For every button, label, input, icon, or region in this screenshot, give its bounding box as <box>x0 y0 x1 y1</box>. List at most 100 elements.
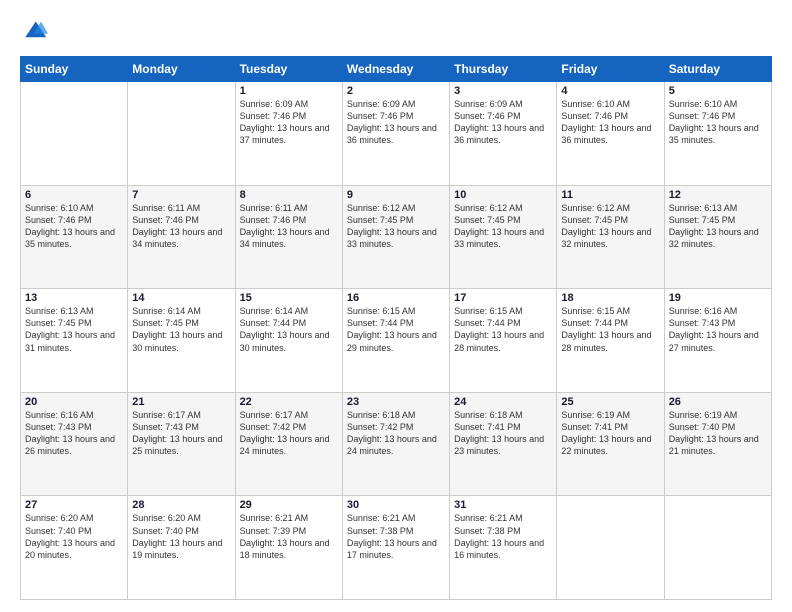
day-number: 30 <box>347 499 445 511</box>
calendar-cell: 1Sunrise: 6:09 AM Sunset: 7:46 PM Daylig… <box>235 82 342 186</box>
header <box>20 18 772 46</box>
calendar-cell: 16Sunrise: 6:15 AM Sunset: 7:44 PM Dayli… <box>342 289 449 393</box>
day-number: 21 <box>132 396 230 408</box>
day-info: Sunrise: 6:20 AM Sunset: 7:40 PM Dayligh… <box>25 512 123 561</box>
weekday-header-friday: Friday <box>557 57 664 82</box>
calendar-cell: 26Sunrise: 6:19 AM Sunset: 7:40 PM Dayli… <box>664 392 771 496</box>
day-info: Sunrise: 6:12 AM Sunset: 7:45 PM Dayligh… <box>454 202 552 251</box>
day-info: Sunrise: 6:12 AM Sunset: 7:45 PM Dayligh… <box>561 202 659 251</box>
day-info: Sunrise: 6:15 AM Sunset: 7:44 PM Dayligh… <box>454 305 552 354</box>
calendar-cell <box>128 82 235 186</box>
week-row-5: 27Sunrise: 6:20 AM Sunset: 7:40 PM Dayli… <box>21 496 772 600</box>
logo <box>20 18 52 46</box>
day-info: Sunrise: 6:19 AM Sunset: 7:41 PM Dayligh… <box>561 409 659 458</box>
calendar-cell: 31Sunrise: 6:21 AM Sunset: 7:38 PM Dayli… <box>450 496 557 600</box>
day-number: 25 <box>561 396 659 408</box>
day-info: Sunrise: 6:18 AM Sunset: 7:42 PM Dayligh… <box>347 409 445 458</box>
calendar-cell: 24Sunrise: 6:18 AM Sunset: 7:41 PM Dayli… <box>450 392 557 496</box>
calendar-cell: 28Sunrise: 6:20 AM Sunset: 7:40 PM Dayli… <box>128 496 235 600</box>
day-number: 7 <box>132 189 230 201</box>
day-number: 13 <box>25 292 123 304</box>
day-number: 4 <box>561 85 659 97</box>
calendar-cell: 14Sunrise: 6:14 AM Sunset: 7:45 PM Dayli… <box>128 289 235 393</box>
weekday-header-row: SundayMondayTuesdayWednesdayThursdayFrid… <box>21 57 772 82</box>
day-info: Sunrise: 6:21 AM Sunset: 7:38 PM Dayligh… <box>454 512 552 561</box>
day-info: Sunrise: 6:14 AM Sunset: 7:44 PM Dayligh… <box>240 305 338 354</box>
day-number: 26 <box>669 396 767 408</box>
day-number: 20 <box>25 396 123 408</box>
day-number: 28 <box>132 499 230 511</box>
weekday-header-saturday: Saturday <box>664 57 771 82</box>
day-number: 29 <box>240 499 338 511</box>
calendar-cell: 21Sunrise: 6:17 AM Sunset: 7:43 PM Dayli… <box>128 392 235 496</box>
day-number: 27 <box>25 499 123 511</box>
calendar-cell: 30Sunrise: 6:21 AM Sunset: 7:38 PM Dayli… <box>342 496 449 600</box>
calendar-cell: 17Sunrise: 6:15 AM Sunset: 7:44 PM Dayli… <box>450 289 557 393</box>
calendar-cell: 20Sunrise: 6:16 AM Sunset: 7:43 PM Dayli… <box>21 392 128 496</box>
day-info: Sunrise: 6:09 AM Sunset: 7:46 PM Dayligh… <box>347 98 445 147</box>
day-info: Sunrise: 6:09 AM Sunset: 7:46 PM Dayligh… <box>454 98 552 147</box>
calendar-cell: 15Sunrise: 6:14 AM Sunset: 7:44 PM Dayli… <box>235 289 342 393</box>
day-info: Sunrise: 6:21 AM Sunset: 7:38 PM Dayligh… <box>347 512 445 561</box>
calendar-cell: 29Sunrise: 6:21 AM Sunset: 7:39 PM Dayli… <box>235 496 342 600</box>
calendar-cell: 8Sunrise: 6:11 AM Sunset: 7:46 PM Daylig… <box>235 185 342 289</box>
calendar-cell <box>21 82 128 186</box>
weekday-header-monday: Monday <box>128 57 235 82</box>
day-info: Sunrise: 6:15 AM Sunset: 7:44 PM Dayligh… <box>561 305 659 354</box>
day-info: Sunrise: 6:11 AM Sunset: 7:46 PM Dayligh… <box>132 202 230 251</box>
weekday-header-sunday: Sunday <box>21 57 128 82</box>
day-number: 12 <box>669 189 767 201</box>
calendar-cell: 13Sunrise: 6:13 AM Sunset: 7:45 PM Dayli… <box>21 289 128 393</box>
day-info: Sunrise: 6:09 AM Sunset: 7:46 PM Dayligh… <box>240 98 338 147</box>
day-info: Sunrise: 6:21 AM Sunset: 7:39 PM Dayligh… <box>240 512 338 561</box>
calendar-cell: 18Sunrise: 6:15 AM Sunset: 7:44 PM Dayli… <box>557 289 664 393</box>
page: SundayMondayTuesdayWednesdayThursdayFrid… <box>0 0 792 612</box>
day-info: Sunrise: 6:13 AM Sunset: 7:45 PM Dayligh… <box>25 305 123 354</box>
day-number: 2 <box>347 85 445 97</box>
week-row-2: 6Sunrise: 6:10 AM Sunset: 7:46 PM Daylig… <box>21 185 772 289</box>
week-row-3: 13Sunrise: 6:13 AM Sunset: 7:45 PM Dayli… <box>21 289 772 393</box>
calendar-cell: 9Sunrise: 6:12 AM Sunset: 7:45 PM Daylig… <box>342 185 449 289</box>
day-info: Sunrise: 6:17 AM Sunset: 7:42 PM Dayligh… <box>240 409 338 458</box>
day-number: 24 <box>454 396 552 408</box>
day-info: Sunrise: 6:15 AM Sunset: 7:44 PM Dayligh… <box>347 305 445 354</box>
day-info: Sunrise: 6:10 AM Sunset: 7:46 PM Dayligh… <box>561 98 659 147</box>
day-number: 1 <box>240 85 338 97</box>
weekday-header-tuesday: Tuesday <box>235 57 342 82</box>
day-info: Sunrise: 6:10 AM Sunset: 7:46 PM Dayligh… <box>669 98 767 147</box>
day-number: 22 <box>240 396 338 408</box>
calendar-cell: 12Sunrise: 6:13 AM Sunset: 7:45 PM Dayli… <box>664 185 771 289</box>
calendar-cell: 6Sunrise: 6:10 AM Sunset: 7:46 PM Daylig… <box>21 185 128 289</box>
day-number: 31 <box>454 499 552 511</box>
day-number: 8 <box>240 189 338 201</box>
day-number: 14 <box>132 292 230 304</box>
day-number: 3 <box>454 85 552 97</box>
day-number: 18 <box>561 292 659 304</box>
calendar-cell: 11Sunrise: 6:12 AM Sunset: 7:45 PM Dayli… <box>557 185 664 289</box>
day-info: Sunrise: 6:19 AM Sunset: 7:40 PM Dayligh… <box>669 409 767 458</box>
day-info: Sunrise: 6:10 AM Sunset: 7:46 PM Dayligh… <box>25 202 123 251</box>
calendar-cell: 3Sunrise: 6:09 AM Sunset: 7:46 PM Daylig… <box>450 82 557 186</box>
day-info: Sunrise: 6:16 AM Sunset: 7:43 PM Dayligh… <box>669 305 767 354</box>
day-number: 6 <box>25 189 123 201</box>
calendar-cell: 22Sunrise: 6:17 AM Sunset: 7:42 PM Dayli… <box>235 392 342 496</box>
calendar-cell <box>557 496 664 600</box>
day-info: Sunrise: 6:20 AM Sunset: 7:40 PM Dayligh… <box>132 512 230 561</box>
calendar-cell: 2Sunrise: 6:09 AM Sunset: 7:46 PM Daylig… <box>342 82 449 186</box>
calendar-cell: 4Sunrise: 6:10 AM Sunset: 7:46 PM Daylig… <box>557 82 664 186</box>
day-info: Sunrise: 6:13 AM Sunset: 7:45 PM Dayligh… <box>669 202 767 251</box>
day-info: Sunrise: 6:17 AM Sunset: 7:43 PM Dayligh… <box>132 409 230 458</box>
week-row-4: 20Sunrise: 6:16 AM Sunset: 7:43 PM Dayli… <box>21 392 772 496</box>
day-info: Sunrise: 6:12 AM Sunset: 7:45 PM Dayligh… <box>347 202 445 251</box>
calendar-cell: 7Sunrise: 6:11 AM Sunset: 7:46 PM Daylig… <box>128 185 235 289</box>
day-info: Sunrise: 6:16 AM Sunset: 7:43 PM Dayligh… <box>25 409 123 458</box>
calendar-cell: 25Sunrise: 6:19 AM Sunset: 7:41 PM Dayli… <box>557 392 664 496</box>
calendar-cell: 19Sunrise: 6:16 AM Sunset: 7:43 PM Dayli… <box>664 289 771 393</box>
day-info: Sunrise: 6:18 AM Sunset: 7:41 PM Dayligh… <box>454 409 552 458</box>
day-number: 19 <box>669 292 767 304</box>
weekday-header-wednesday: Wednesday <box>342 57 449 82</box>
day-info: Sunrise: 6:11 AM Sunset: 7:46 PM Dayligh… <box>240 202 338 251</box>
day-number: 23 <box>347 396 445 408</box>
day-number: 17 <box>454 292 552 304</box>
day-info: Sunrise: 6:14 AM Sunset: 7:45 PM Dayligh… <box>132 305 230 354</box>
